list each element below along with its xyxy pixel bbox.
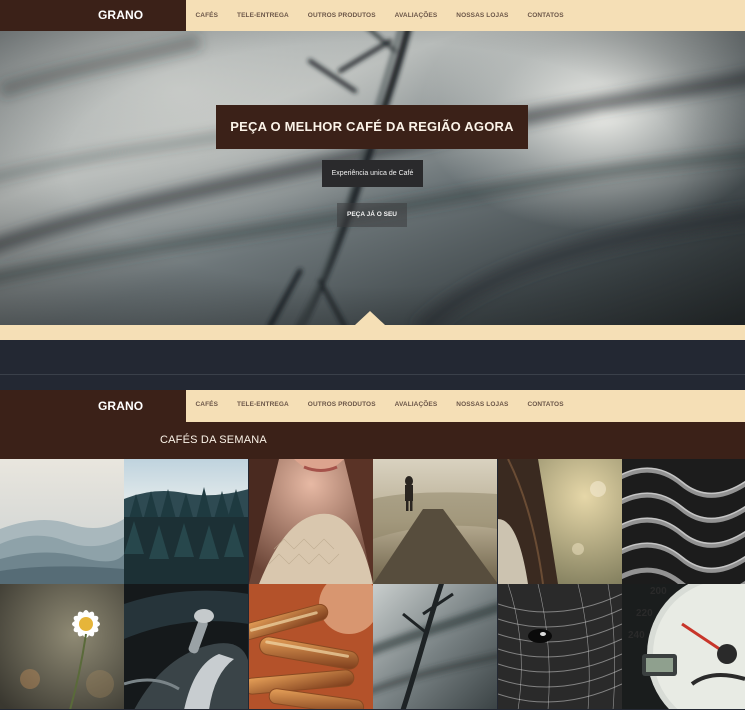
hero-notch-divider bbox=[355, 311, 385, 325]
bird-eye-image bbox=[498, 584, 622, 709]
nav-item-avaliacoes[interactable]: AVALIAÇÕES bbox=[385, 390, 447, 422]
rope-image bbox=[622, 459, 745, 584]
nav-links: CAFÉS TELE-ENTREGA OUTROS PRODUTOS AVALI… bbox=[186, 390, 573, 422]
gallery-tile-forest[interactable] bbox=[124, 459, 248, 584]
nav-item-cafes[interactable]: CAFÉS bbox=[186, 0, 228, 31]
car-interior-image bbox=[124, 584, 248, 709]
gallery-tile-road-walker[interactable] bbox=[373, 459, 497, 584]
nav-item-nossas-lojas[interactable]: NOSSAS LOJAS bbox=[447, 390, 518, 422]
nav-item-tele-entrega[interactable]: TELE-ENTREGA bbox=[228, 0, 299, 31]
gallery-tile-barbed-wire[interactable] bbox=[373, 584, 497, 709]
gallery-tile-daisy[interactable] bbox=[0, 584, 124, 709]
forest-image bbox=[124, 459, 248, 584]
speedometer-image: 200 220 240 bbox=[622, 584, 745, 709]
speed-label-240: 240 bbox=[628, 630, 645, 641]
divider-line bbox=[0, 374, 745, 375]
hero-banner: PEÇA O MELHOR CAFÉ DA REGIÃO AGORA MESMO… bbox=[0, 31, 745, 327]
nav-item-tele-entrega[interactable]: TELE-ENTREGA bbox=[228, 390, 299, 422]
fries-image bbox=[249, 584, 373, 709]
barbed-wire-image bbox=[373, 584, 497, 709]
mountains-image bbox=[0, 459, 124, 584]
order-now-button[interactable]: PEÇA JÁ O SEU bbox=[337, 203, 407, 227]
experience-button[interactable]: Experiência unica de Café bbox=[322, 160, 423, 187]
speed-label-220: 220 bbox=[636, 608, 653, 619]
nav-item-outros-produtos[interactable]: OUTROS PRODUTOS bbox=[298, 390, 385, 422]
brand-logo[interactable]: GRANO COFFEE bbox=[0, 0, 186, 53]
woman-lace-image bbox=[249, 459, 373, 584]
nav-item-nossas-lojas[interactable]: NOSSAS LOJAS bbox=[447, 0, 518, 31]
gallery-tile-woman-hair[interactable] bbox=[498, 459, 622, 584]
hero-title: PEÇA O MELHOR CAFÉ DA REGIÃO AGORA MESMO… bbox=[216, 105, 528, 178]
gallery-tile-car-interior[interactable] bbox=[124, 584, 248, 709]
top-navbar: GRANO COFFEE CAFÉS TELE-ENTREGA OUTROS P… bbox=[0, 0, 745, 53]
nav-item-cafes[interactable]: CAFÉS bbox=[186, 390, 228, 422]
sticky-navbar: GRANO COFFEE CAFÉS TELE-ENTREGA OUTROS P… bbox=[0, 390, 745, 445]
nav-item-contatos[interactable]: CONTATOS bbox=[518, 0, 573, 31]
nav-item-avaliacoes[interactable]: AVALIAÇÕES bbox=[385, 0, 447, 31]
speed-label-200: 200 bbox=[650, 586, 667, 597]
gallery-tile-mountains[interactable] bbox=[0, 459, 124, 584]
hero-bottom-band bbox=[0, 325, 745, 340]
dark-separator bbox=[0, 340, 745, 390]
section-title: CAFÉS DA SEMANA bbox=[160, 434, 267, 446]
weekly-coffees-header: CAFÉS DA SEMANA bbox=[0, 422, 745, 459]
gallery-tile-rope[interactable] bbox=[622, 459, 745, 584]
woman-hair-image bbox=[498, 459, 622, 584]
photo-gallery: 200 220 240 bbox=[0, 459, 745, 710]
nav-item-contatos[interactable]: CONTATOS bbox=[518, 390, 573, 422]
brand-logo[interactable]: GRANO COFFEE bbox=[0, 390, 186, 445]
gallery-tile-woman-lace[interactable] bbox=[249, 459, 373, 584]
nav-links: CAFÉS TELE-ENTREGA OUTROS PRODUTOS AVALI… bbox=[186, 0, 573, 31]
daisy-image bbox=[0, 584, 124, 709]
gallery-tile-fries[interactable] bbox=[249, 584, 373, 709]
gallery-tile-bird-eye[interactable] bbox=[498, 584, 622, 709]
nav-item-outros-produtos[interactable]: OUTROS PRODUTOS bbox=[298, 0, 385, 31]
gallery-tile-speedometer[interactable]: 200 220 240 bbox=[622, 584, 745, 709]
road-walker-image bbox=[373, 459, 497, 584]
